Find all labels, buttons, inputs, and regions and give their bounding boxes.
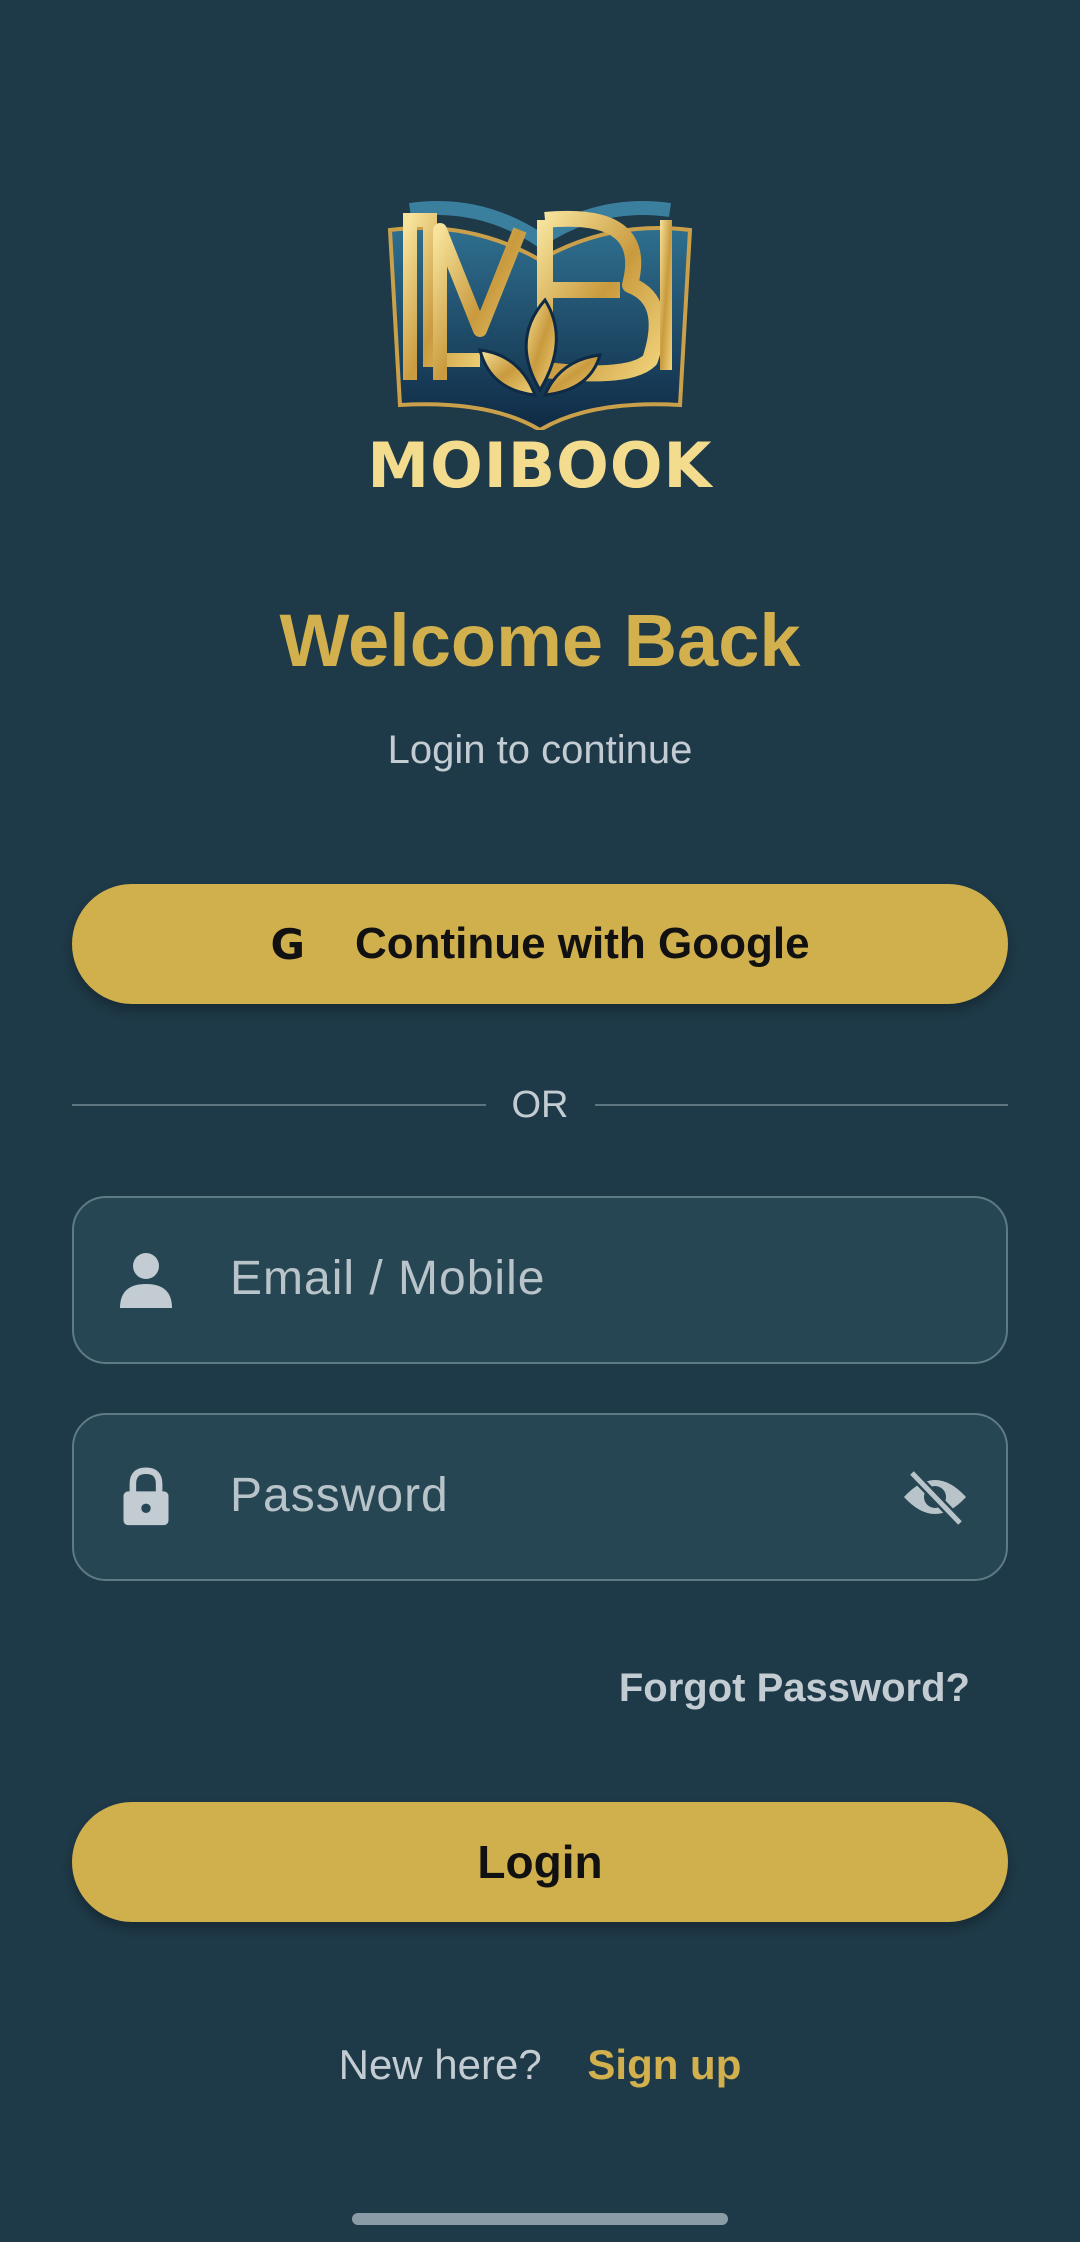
forgot-password-link[interactable]: Forgot Password? bbox=[619, 1666, 970, 1711]
google-icon: G bbox=[270, 919, 305, 969]
person-icon bbox=[120, 1253, 172, 1308]
logo: MOIBOOK bbox=[0, 190, 1080, 510]
divider-line-left bbox=[72, 1104, 486, 1106]
signup-row: New here? Sign up bbox=[0, 2044, 1080, 2086]
signup-link[interactable]: Sign up bbox=[587, 2041, 741, 2088]
eye-off-icon[interactable] bbox=[900, 1467, 970, 1527]
divider-line-right bbox=[594, 1104, 1008, 1106]
continue-with-google-button[interactable]: G Continue with Google bbox=[72, 884, 1008, 1004]
or-label: OR bbox=[511, 1083, 569, 1126]
book-logo-icon bbox=[387, 201, 693, 430]
or-divider: OR bbox=[72, 1084, 1008, 1126]
google-button-label: Continue with Google bbox=[354, 919, 810, 968]
login-button[interactable]: Login bbox=[72, 1802, 1008, 1922]
signup-prompt: New here? bbox=[338, 2041, 542, 2088]
home-indicator[interactable] bbox=[352, 2213, 728, 2225]
login-button-label: Login bbox=[477, 1836, 603, 1888]
lock-icon bbox=[123, 1467, 169, 1526]
email-field-container[interactable] bbox=[72, 1196, 1008, 1364]
password-input[interactable] bbox=[230, 1455, 830, 1535]
password-field-container[interactable] bbox=[72, 1413, 1008, 1581]
page-title: Welcome Back bbox=[279, 599, 801, 682]
brand-name: MOIBOOK bbox=[367, 429, 713, 502]
login-screen: MOIBOOK Welcome Back Login to continue G… bbox=[0, 0, 1080, 2242]
page-subtitle: Login to continue bbox=[387, 728, 693, 772]
email-input[interactable] bbox=[230, 1238, 830, 1318]
